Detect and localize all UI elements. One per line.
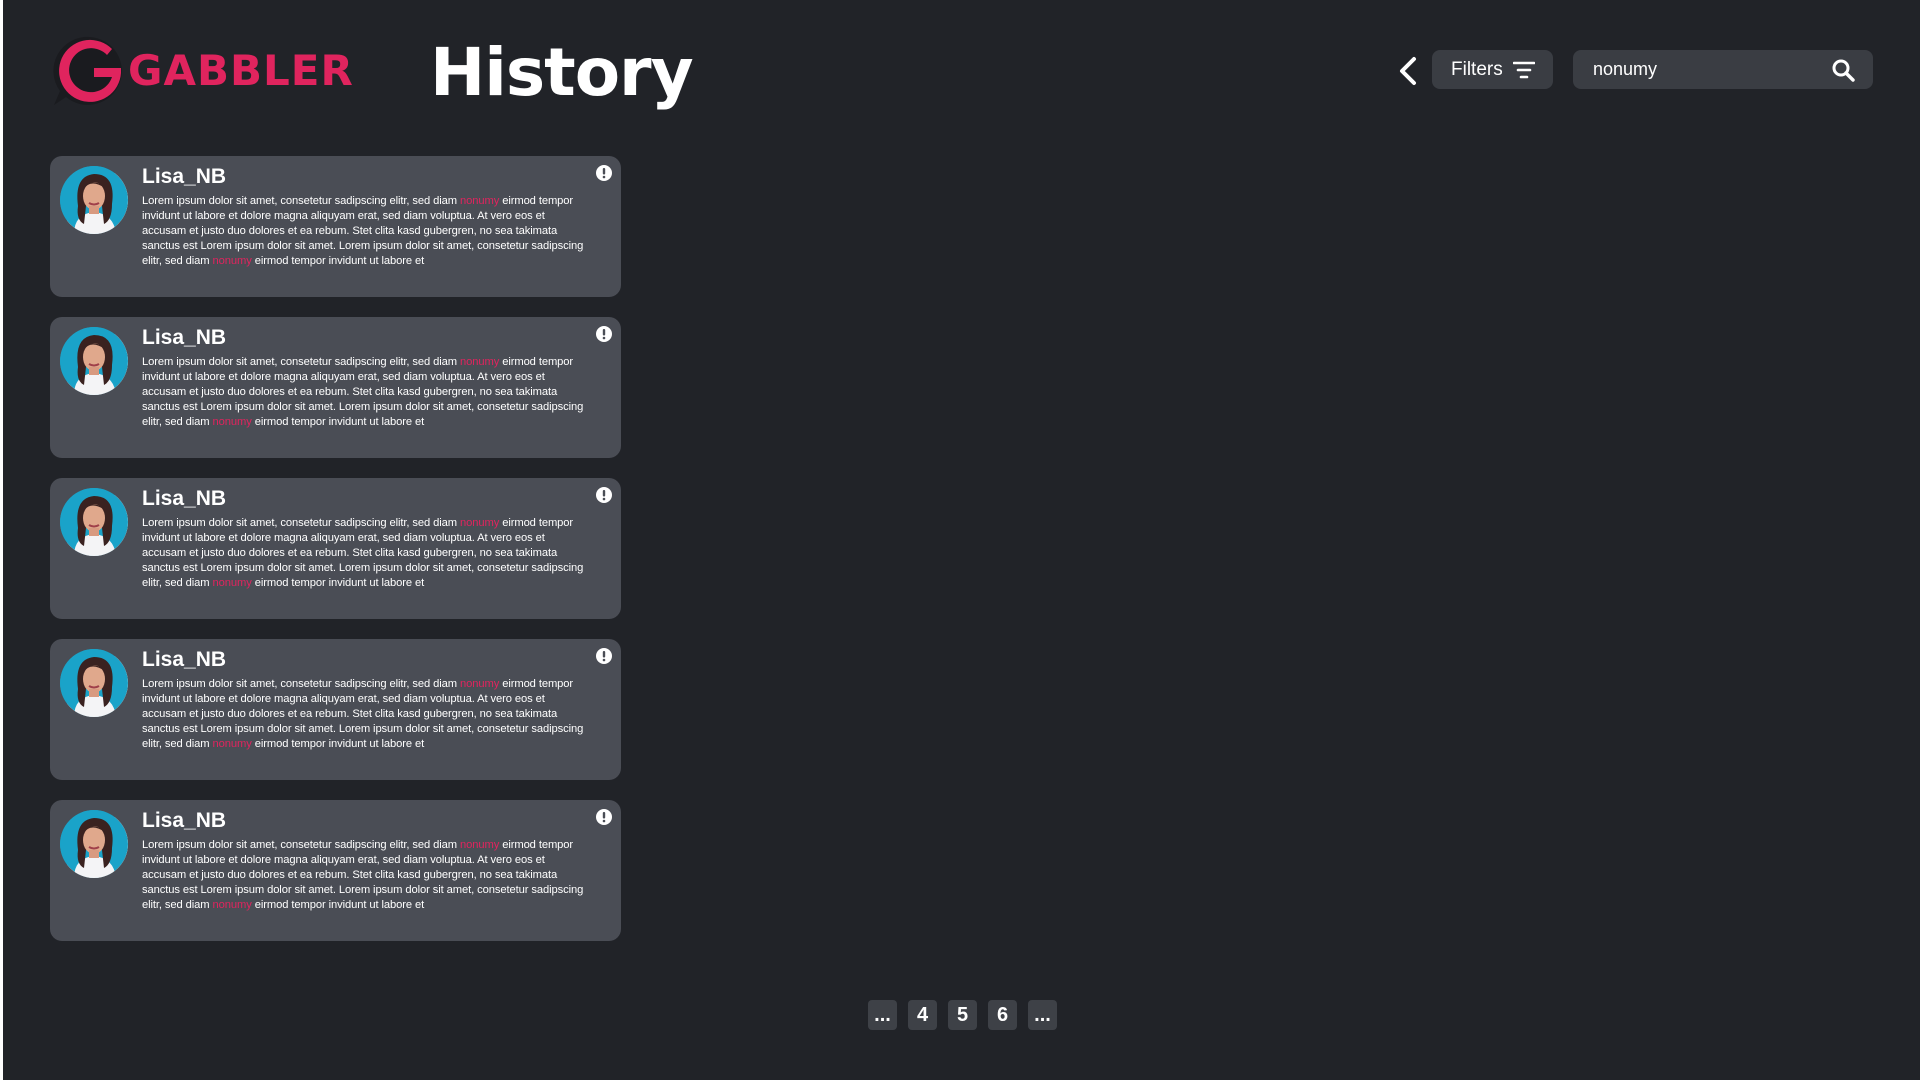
- message-card[interactable]: Lisa_NB Lorem ipsum dolor sit amet, cons…: [50, 156, 621, 297]
- pagination: ... 4 5 6 ...: [868, 1000, 1068, 1030]
- message-text-part: eirmod tempor invidunt ut labore et: [251, 899, 425, 911]
- search-highlight: nonumy: [460, 678, 500, 690]
- search-highlight: nonumy: [212, 738, 252, 750]
- message-username[interactable]: Lisa_NB: [142, 648, 226, 672]
- message-card[interactable]: Lisa_NB Lorem ipsum dolor sit amet, cons…: [50, 800, 621, 941]
- app-window: GABBLER History Filters nonumy Lisa_NB L…: [3, 0, 1920, 1080]
- avatar: [60, 327, 128, 395]
- search-highlight: nonumy: [460, 839, 500, 851]
- exclamation-circle-icon[interactable]: [596, 809, 612, 825]
- page-button-6[interactable]: 6: [988, 1000, 1017, 1030]
- user-photo-icon: [60, 810, 128, 878]
- message-text-part: eirmod tempor invidunt ut labore et: [251, 416, 425, 428]
- message-history-list: Lisa_NB Lorem ipsum dolor sit amet, cons…: [50, 156, 624, 961]
- search-input[interactable]: [1593, 50, 1813, 89]
- message-text: Lorem ipsum dolor sit amet, consetetur s…: [142, 516, 587, 591]
- page-button-4[interactable]: 4: [908, 1000, 937, 1030]
- page-button-5[interactable]: 5: [948, 1000, 977, 1030]
- avatar: [60, 649, 128, 717]
- search-icon[interactable]: [1831, 58, 1855, 82]
- message-card[interactable]: Lisa_NB Lorem ipsum dolor sit amet, cons…: [50, 639, 621, 780]
- message-username[interactable]: Lisa_NB: [142, 326, 226, 350]
- message-username[interactable]: Lisa_NB: [142, 165, 226, 189]
- search-box: [1573, 50, 1873, 89]
- message-username[interactable]: Lisa_NB: [142, 487, 226, 511]
- search-highlight: nonumy: [212, 255, 252, 267]
- exclamation-circle-icon[interactable]: [596, 648, 612, 664]
- gabbler-logo: GABBLER: [50, 33, 354, 108]
- message-card[interactable]: Lisa_NB Lorem ipsum dolor sit amet, cons…: [50, 317, 621, 458]
- avatar: [60, 488, 128, 556]
- page-button-ellipsis-prev[interactable]: ...: [868, 1000, 897, 1030]
- user-photo-icon: [60, 649, 128, 717]
- search-highlight: nonumy: [212, 416, 252, 428]
- search-highlight: nonumy: [460, 356, 500, 368]
- avatar: [60, 166, 128, 234]
- gabbler-logo-icon: [53, 36, 122, 105]
- search-highlight: nonumy: [212, 577, 252, 589]
- search-highlight: nonumy: [212, 899, 252, 911]
- message-text: Lorem ipsum dolor sit amet, consetetur s…: [142, 194, 587, 269]
- message-text-part: eirmod tempor invidunt ut labore et: [251, 255, 425, 267]
- page-title: History: [430, 34, 694, 111]
- message-text-part: eirmod tempor invidunt ut labore et: [251, 738, 425, 750]
- avatar: [60, 810, 128, 878]
- message-text-part: Lorem ipsum dolor sit amet, consetetur s…: [142, 195, 460, 207]
- message-text-part: eirmod tempor invidunt ut labore et: [251, 577, 425, 589]
- message-username[interactable]: Lisa_NB: [142, 809, 226, 833]
- message-text-part: Lorem ipsum dolor sit amet, consetetur s…: [142, 356, 460, 368]
- exclamation-circle-icon[interactable]: [596, 487, 612, 503]
- filter-lines-icon: [1513, 61, 1535, 79]
- user-photo-icon: [60, 327, 128, 395]
- message-text: Lorem ipsum dolor sit amet, consetetur s…: [142, 355, 587, 430]
- page-button-ellipsis-next[interactable]: ...: [1028, 1000, 1057, 1030]
- message-text-part: Lorem ipsum dolor sit amet, consetetur s…: [142, 517, 460, 529]
- search-highlight: nonumy: [460, 195, 500, 207]
- back-chevron-icon[interactable]: [1393, 54, 1423, 88]
- filters-button[interactable]: Filters: [1432, 50, 1553, 89]
- message-text-part: Lorem ipsum dolor sit amet, consetetur s…: [142, 678, 460, 690]
- brand-name: GABBLER: [128, 46, 354, 95]
- message-card[interactable]: Lisa_NB Lorem ipsum dolor sit amet, cons…: [50, 478, 621, 619]
- search-highlight: nonumy: [460, 517, 500, 529]
- message-text-part: Lorem ipsum dolor sit amet, consetetur s…: [142, 839, 460, 851]
- user-photo-icon: [60, 488, 128, 556]
- message-text: Lorem ipsum dolor sit amet, consetetur s…: [142, 838, 587, 913]
- filters-label: Filters: [1451, 58, 1503, 80]
- exclamation-circle-icon[interactable]: [596, 165, 612, 181]
- message-text: Lorem ipsum dolor sit amet, consetetur s…: [142, 677, 587, 752]
- user-photo-icon: [60, 166, 128, 234]
- exclamation-circle-icon[interactable]: [596, 326, 612, 342]
